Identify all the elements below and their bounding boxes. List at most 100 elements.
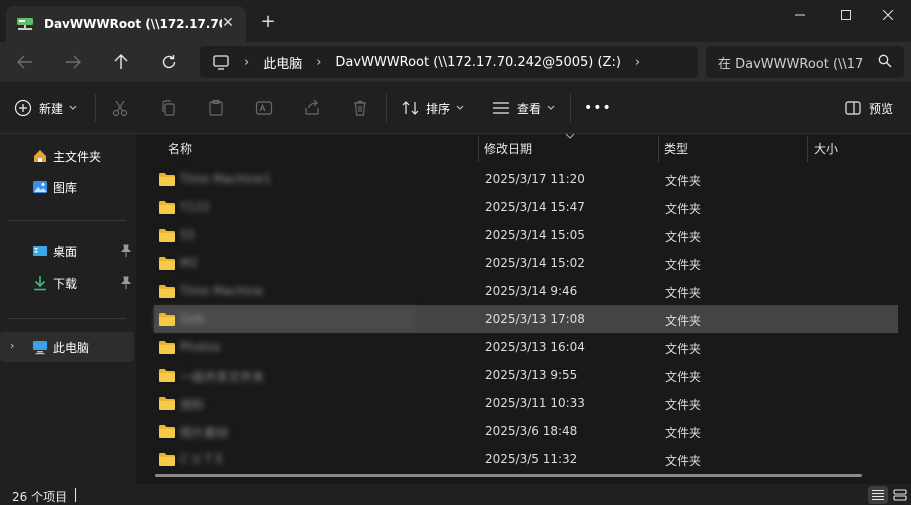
new-button[interactable]: 新建	[14, 96, 77, 120]
file-name: 照片素材	[180, 426, 229, 440]
folder-icon	[158, 172, 176, 186]
maximize-button[interactable]	[823, 0, 869, 30]
close-window-button[interactable]	[865, 0, 911, 30]
chevron-right-icon[interactable]: ›	[244, 55, 249, 70]
desktop-icon	[32, 243, 48, 259]
table-row[interactable]: 资料 2025/3/11 10:33 文件夹	[154, 389, 898, 417]
sidebar-item-desktop[interactable]: 桌面	[8, 236, 134, 266]
modified-date: 2025/3/14 15:02	[485, 256, 585, 270]
paste-icon[interactable]	[206, 98, 226, 118]
pin-icon[interactable]	[120, 244, 132, 258]
file-name: Y122	[180, 200, 211, 214]
toolbar-divider	[570, 94, 571, 122]
cut-icon[interactable]	[110, 98, 130, 118]
forward-button[interactable]	[60, 50, 86, 74]
copy-icon[interactable]	[158, 98, 178, 118]
preview-pane-button[interactable]: 预览	[845, 96, 893, 120]
breadcrumb-davwwwroot[interactable]: DavWWWRoot (\\172.17.70.242@5005) (Z:)	[335, 55, 620, 70]
table-row[interactable]: C U T E 2025/3/5 11:32 文件夹	[154, 445, 898, 473]
address-bar[interactable]: › 此电脑 › DavWWWRoot (\\172.17.70.242@5005…	[200, 46, 698, 78]
folder-icon	[158, 312, 176, 326]
sort-label: 排序	[426, 101, 451, 116]
column-divider[interactable]	[658, 136, 659, 162]
share-icon[interactable]	[302, 98, 322, 118]
table-row[interactable]: 照片素材 2025/3/6 18:48 文件夹	[154, 417, 898, 445]
close-tab-icon[interactable]: ✕	[220, 15, 236, 31]
file-name: M2	[180, 256, 198, 270]
modified-date: 2025/3/17 11:20	[485, 172, 585, 186]
tiles-view-button[interactable]	[890, 486, 910, 504]
chevron-right-icon[interactable]: ›	[10, 339, 22, 355]
sidebar-divider	[8, 220, 126, 221]
chevron-right-icon[interactable]: ›	[635, 55, 640, 70]
file-type: 文件夹	[665, 426, 702, 440]
new-tab-button[interactable]: +	[258, 12, 278, 32]
details-view-icon	[872, 489, 884, 501]
toolbar-divider	[95, 94, 96, 122]
file-type: 文件夹	[665, 174, 702, 188]
horizontal-scrollbar[interactable]	[155, 474, 862, 477]
modified-date: 2025/3/13 9:55	[485, 368, 578, 382]
back-button[interactable]	[12, 50, 38, 74]
network-drive-icon	[16, 17, 34, 31]
tab-title: DavWWWRoot (\\172.17.70.24	[44, 17, 222, 31]
column-divider[interactable]	[478, 136, 479, 162]
table-row[interactable]: Photos 2025/3/13 16:04 文件夹	[154, 333, 898, 361]
file-name: 资料	[180, 398, 205, 412]
refresh-button[interactable]	[156, 50, 182, 74]
file-type: 文件夹	[665, 370, 702, 384]
breadcrumb-this-pc[interactable]: 此电脑	[263, 53, 302, 72]
file-name: Photos	[180, 340, 221, 354]
table-row[interactable]: 一级共享文件夹 2025/3/13 9:55 文件夹	[154, 361, 898, 389]
pin-icon[interactable]	[120, 276, 132, 290]
file-type: 文件夹	[665, 286, 702, 300]
table-row[interactable]: M2 2025/3/14 15:02 文件夹	[154, 249, 898, 277]
sidebar-item-gallery[interactable]: 图库	[8, 172, 134, 202]
delete-icon[interactable]	[350, 98, 370, 118]
table-row[interactable]: 55 2025/3/14 15:05 文件夹	[154, 221, 898, 249]
view-button[interactable]: 查看	[492, 96, 555, 120]
details-view-button[interactable]	[868, 486, 888, 504]
file-type: 文件夹	[665, 398, 702, 412]
file-type: 文件夹	[665, 258, 702, 272]
folder-icon	[158, 256, 176, 270]
home-icon	[32, 148, 48, 164]
column-header-size[interactable]: 大小	[814, 134, 838, 162]
sidebar-item-home[interactable]: 主文件夹	[8, 141, 134, 171]
status-divider	[75, 488, 76, 502]
more-options-button[interactable]: •••	[584, 96, 612, 120]
sidebar-item-this-pc[interactable]: › 此电脑	[0, 332, 134, 362]
tab-davwwwroot[interactable]: DavWWWRoot (\\172.17.70.24 ✕	[6, 6, 246, 42]
rename-icon[interactable]	[254, 98, 274, 118]
column-header-type[interactable]: 类型	[664, 134, 688, 162]
folder-icon	[158, 396, 176, 410]
up-button[interactable]	[108, 50, 134, 74]
minimize-button[interactable]	[777, 0, 823, 30]
command-bar: 新建 排序 查看 ••• 预览	[0, 82, 911, 134]
chevron-down-icon	[69, 105, 77, 110]
preview-pane-icon	[845, 101, 861, 115]
table-row[interactable]: Time Machine1 2025/3/17 11:20 文件夹	[154, 165, 898, 193]
file-list: 名称 修改日期 类型 大小 Time Machine1 2025/3/17 11:…	[136, 133, 911, 484]
navigation-pane: 主文件夹 图库 桌面 下载 › 此电脑	[0, 134, 136, 484]
column-header-name[interactable]: 名称	[168, 134, 192, 162]
modified-date: 2025/3/6 18:48	[485, 424, 578, 438]
chevron-down-icon	[547, 105, 555, 110]
modified-date: 2025/3/14 15:05	[485, 228, 585, 242]
table-row[interactable]: Salk 2025/3/13 17:08 文件夹	[154, 305, 898, 333]
sidebar-item-label: 下载	[53, 276, 78, 291]
sidebar-item-label: 主文件夹	[53, 149, 102, 164]
file-name: Salk	[180, 312, 206, 326]
table-row[interactable]: Y122 2025/3/14 15:47 文件夹	[154, 193, 898, 221]
view-label: 查看	[517, 101, 542, 116]
table-row[interactable]: Time Machine 2025/3/14 9:46 文件夹	[154, 277, 898, 305]
search-input[interactable]: 在 DavWWWRoot (\\17	[706, 46, 904, 78]
sort-button[interactable]: 排序	[402, 96, 464, 120]
file-type: 文件夹	[665, 454, 702, 468]
chevron-right-icon[interactable]: ›	[316, 55, 321, 70]
column-divider[interactable]	[807, 136, 808, 162]
sidebar-item-label: 图库	[53, 180, 78, 195]
sidebar-item-downloads[interactable]: 下载	[8, 268, 134, 298]
search-icon[interactable]	[878, 54, 892, 71]
column-header-modified[interactable]: 修改日期	[484, 134, 532, 162]
